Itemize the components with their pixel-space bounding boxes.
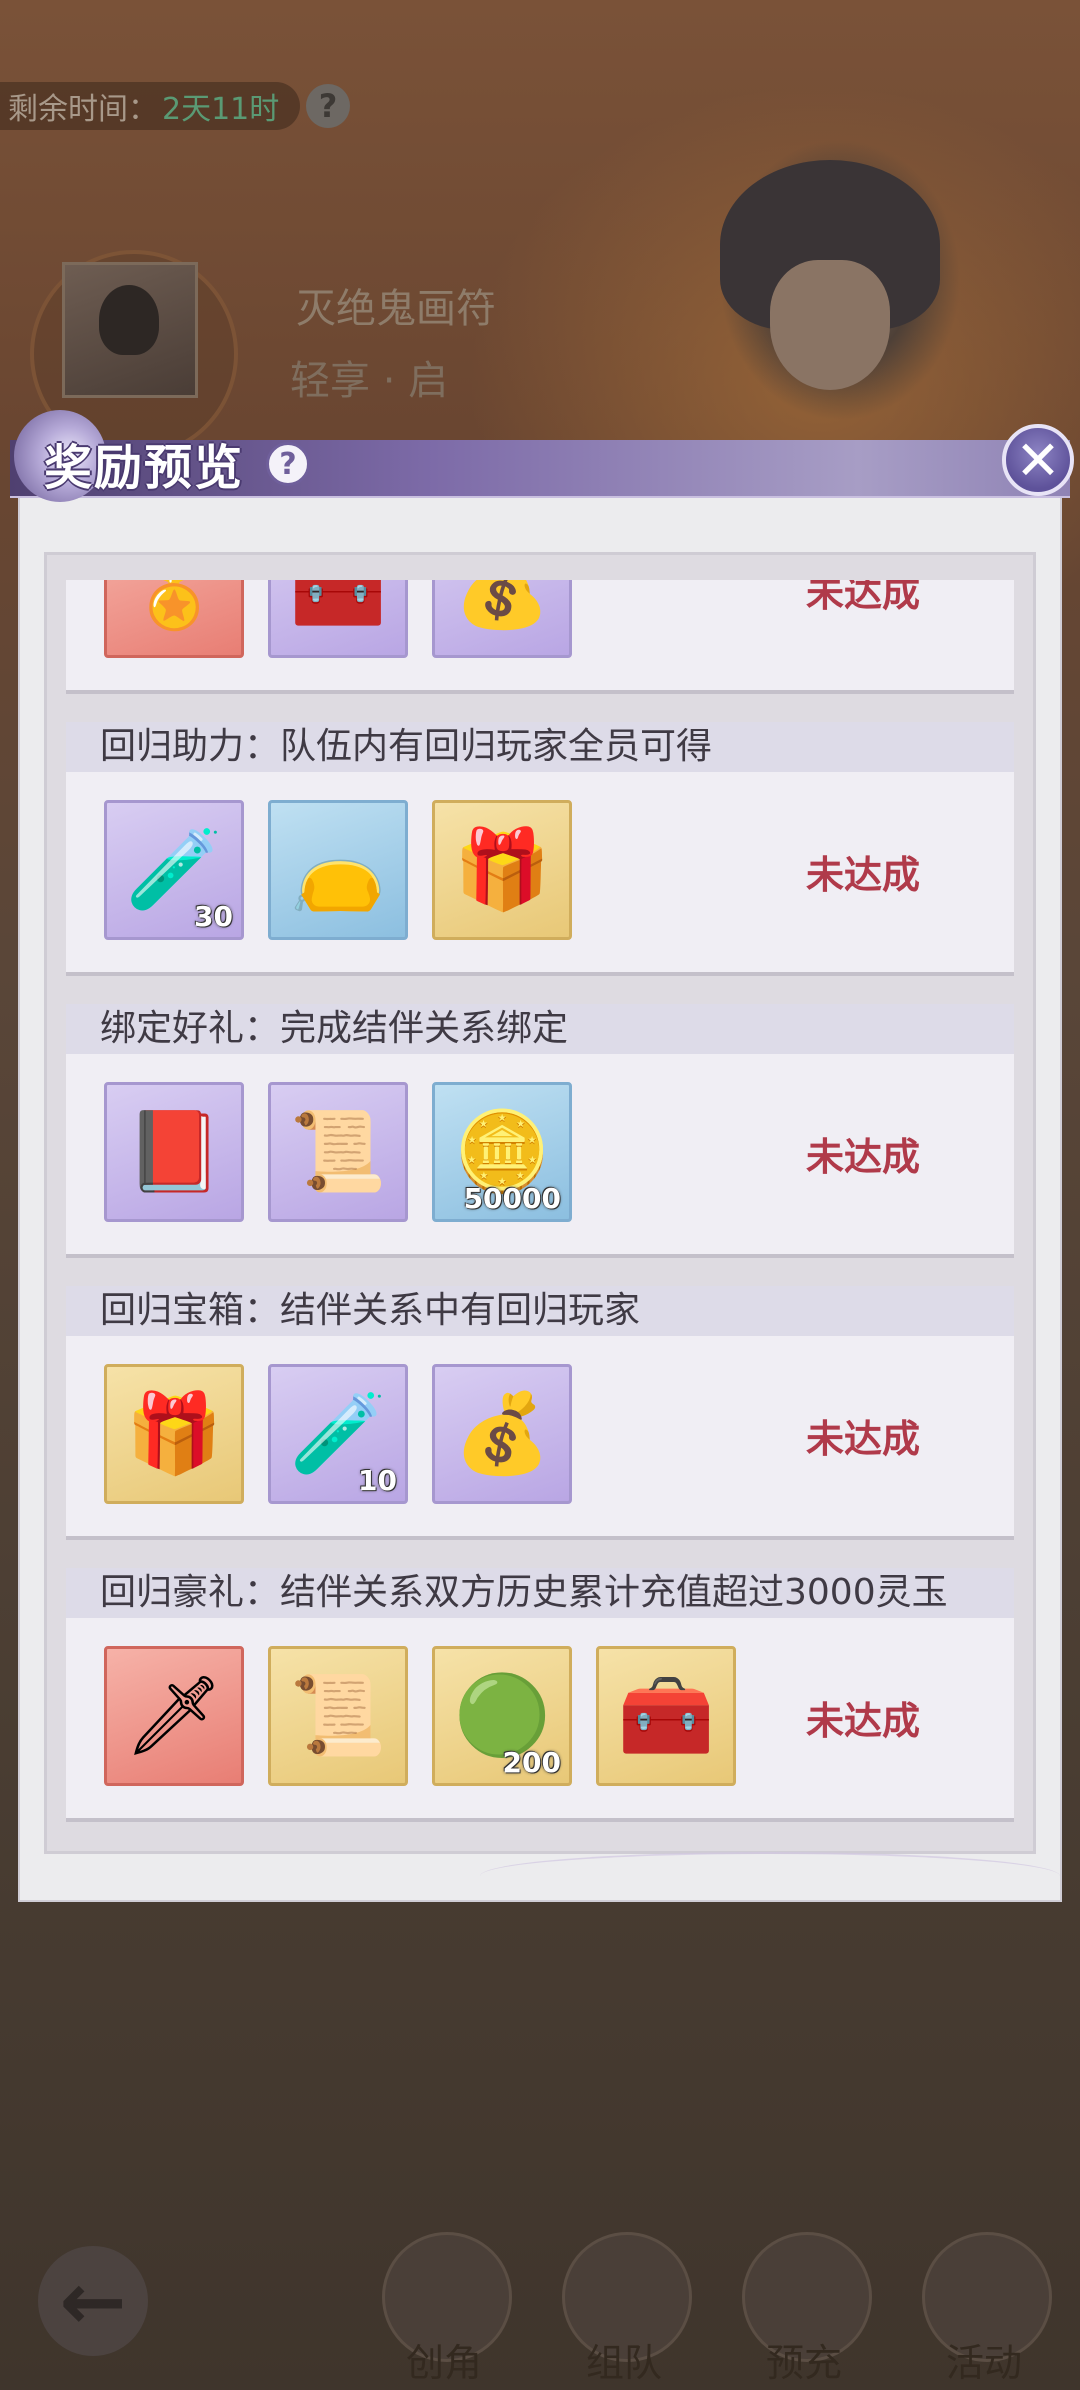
- item-quantity: 30: [194, 900, 233, 933]
- nav-label: 预充: [765, 2341, 842, 2385]
- scroll-icon[interactable]: 📜: [268, 1082, 408, 1222]
- character-portrait: [660, 140, 1020, 440]
- gift-box-icon[interactable]: 🎁: [104, 1364, 244, 1504]
- reward-status: 未达成: [806, 853, 921, 897]
- reward-card: 回归豪礼：结伴关系双方历史累计充值超过3000灵玉 🗡 📜 🟢 200 🧰 未达成: [66, 1568, 1014, 1818]
- dialog-decoration: [480, 1852, 1060, 1900]
- item-glyph: 👝: [289, 824, 387, 915]
- reward-title: 回归宝箱：结伴关系中有回归玩家: [66, 1286, 1014, 1336]
- item-glyph: 💰: [453, 580, 551, 633]
- profile-subtitle: 轻享 · 启: [290, 358, 449, 404]
- dialog-title: 奖励预览: [44, 440, 245, 496]
- reward-card: 回归宝箱：结伴关系中有回归玩家 🎁 🧪 10 💰 未达成: [66, 1286, 1014, 1536]
- chest-icon[interactable]: 🧰: [268, 580, 408, 658]
- remaining-time: 剩余时间： 2天11时: [0, 82, 300, 130]
- reward-status: 未达成: [806, 1135, 921, 1179]
- nav-label: 创角: [405, 2341, 482, 2385]
- potion-icon[interactable]: 🧪 30: [104, 800, 244, 940]
- reward-status: 未达成: [806, 1699, 921, 1743]
- item-quantity: 200: [502, 1746, 561, 1779]
- reward-status: 未达成: [806, 1417, 921, 1461]
- red-scroll-icon[interactable]: 📜: [268, 1646, 408, 1786]
- reward-items: 🏅 🧰 💰: [104, 580, 572, 658]
- item-glyph: 🎁: [125, 1388, 223, 1479]
- potion-icon[interactable]: 🧪 10: [268, 1364, 408, 1504]
- nav-label: 活动: [945, 2341, 1022, 2385]
- reward-list[interactable]: 🏅 🧰 💰 未达成 回归助力：队伍内有回归玩家全员可得 🧪 30 👝 🎁 未达成 绑定好礼：完成结伴…: [66, 580, 1014, 1824]
- gold-bag-icon[interactable]: 💰: [432, 580, 572, 658]
- reward-items: 🧪 30 👝 🎁: [104, 800, 572, 940]
- reward-items: 🎁 🧪 10 💰: [104, 1364, 572, 1504]
- reward-title: 绑定好礼：完成结伴关系绑定: [66, 1004, 1014, 1054]
- reward-items: 📕 📜 🪙 50000: [104, 1082, 572, 1222]
- nav-label: 组队: [585, 2341, 662, 2385]
- timer-help-icon[interactable]: ?: [306, 84, 350, 128]
- nav-create-role[interactable]: 创角: [374, 2232, 514, 2390]
- reward-title: 回归豪礼：结伴关系双方历史累计充值超过3000灵玉: [66, 1568, 1014, 1618]
- back-button[interactable]: ←: [38, 2246, 148, 2356]
- item-quantity: 10: [358, 1464, 397, 1497]
- reward-items: 🗡 📜 🟢 200 🧰: [104, 1646, 736, 1786]
- reward-card: 回归助力：队伍内有回归玩家全员可得 🧪 30 👝 🎁 未达成: [66, 722, 1014, 972]
- reward-status: 未达成: [806, 580, 921, 615]
- avatar: [62, 262, 198, 398]
- close-button[interactable]: ✕: [1002, 424, 1074, 496]
- coin-icon[interactable]: 🪙 50000: [432, 1082, 572, 1222]
- nav-precharge[interactable]: 预充: [734, 2232, 874, 2390]
- item-glyph: 🧰: [289, 580, 387, 633]
- nav-activity[interactable]: 活动: [914, 2232, 1054, 2390]
- profile-name: 灭绝鬼画符: [296, 286, 496, 332]
- nav-team[interactable]: 组队: [554, 2232, 694, 2390]
- reward-title: 回归助力：队伍内有回归玩家全员可得: [66, 722, 1014, 772]
- item-glyph: 💰: [453, 1388, 551, 1479]
- gold-bag-icon[interactable]: 💰: [432, 1364, 572, 1504]
- item-glyph: 📜: [289, 1670, 387, 1761]
- item-glyph: 📜: [289, 1106, 387, 1197]
- gold-chest-icon[interactable]: 🧰: [596, 1646, 736, 1786]
- gift-box-icon[interactable]: 🎁: [432, 800, 572, 940]
- item-glyph: 🏅: [125, 580, 223, 633]
- remaining-time-label: 剩余时间：: [8, 92, 158, 127]
- gem-bag-icon[interactable]: 👝: [268, 800, 408, 940]
- book-icon[interactable]: 📕: [104, 1082, 244, 1222]
- dagger-icon[interactable]: 🗡: [104, 1646, 244, 1786]
- jade-icon[interactable]: 🟢 200: [432, 1646, 572, 1786]
- item-glyph: 🗡: [124, 1670, 224, 1761]
- reward-card: 绑定好礼：完成结伴关系绑定 📕 📜 🪙 50000 未达成: [66, 1004, 1014, 1254]
- badge-icon[interactable]: 🏅: [104, 580, 244, 658]
- item-glyph: 🧰: [617, 1670, 715, 1761]
- help-icon[interactable]: ?: [266, 442, 310, 486]
- reward-card: 🏅 🧰 💰 未达成: [66, 580, 1014, 690]
- item-glyph: 📕: [125, 1106, 223, 1197]
- remaining-time-value: 2天11时: [162, 92, 280, 127]
- item-quantity: 50000: [463, 1182, 561, 1215]
- item-glyph: 🎁: [453, 824, 551, 915]
